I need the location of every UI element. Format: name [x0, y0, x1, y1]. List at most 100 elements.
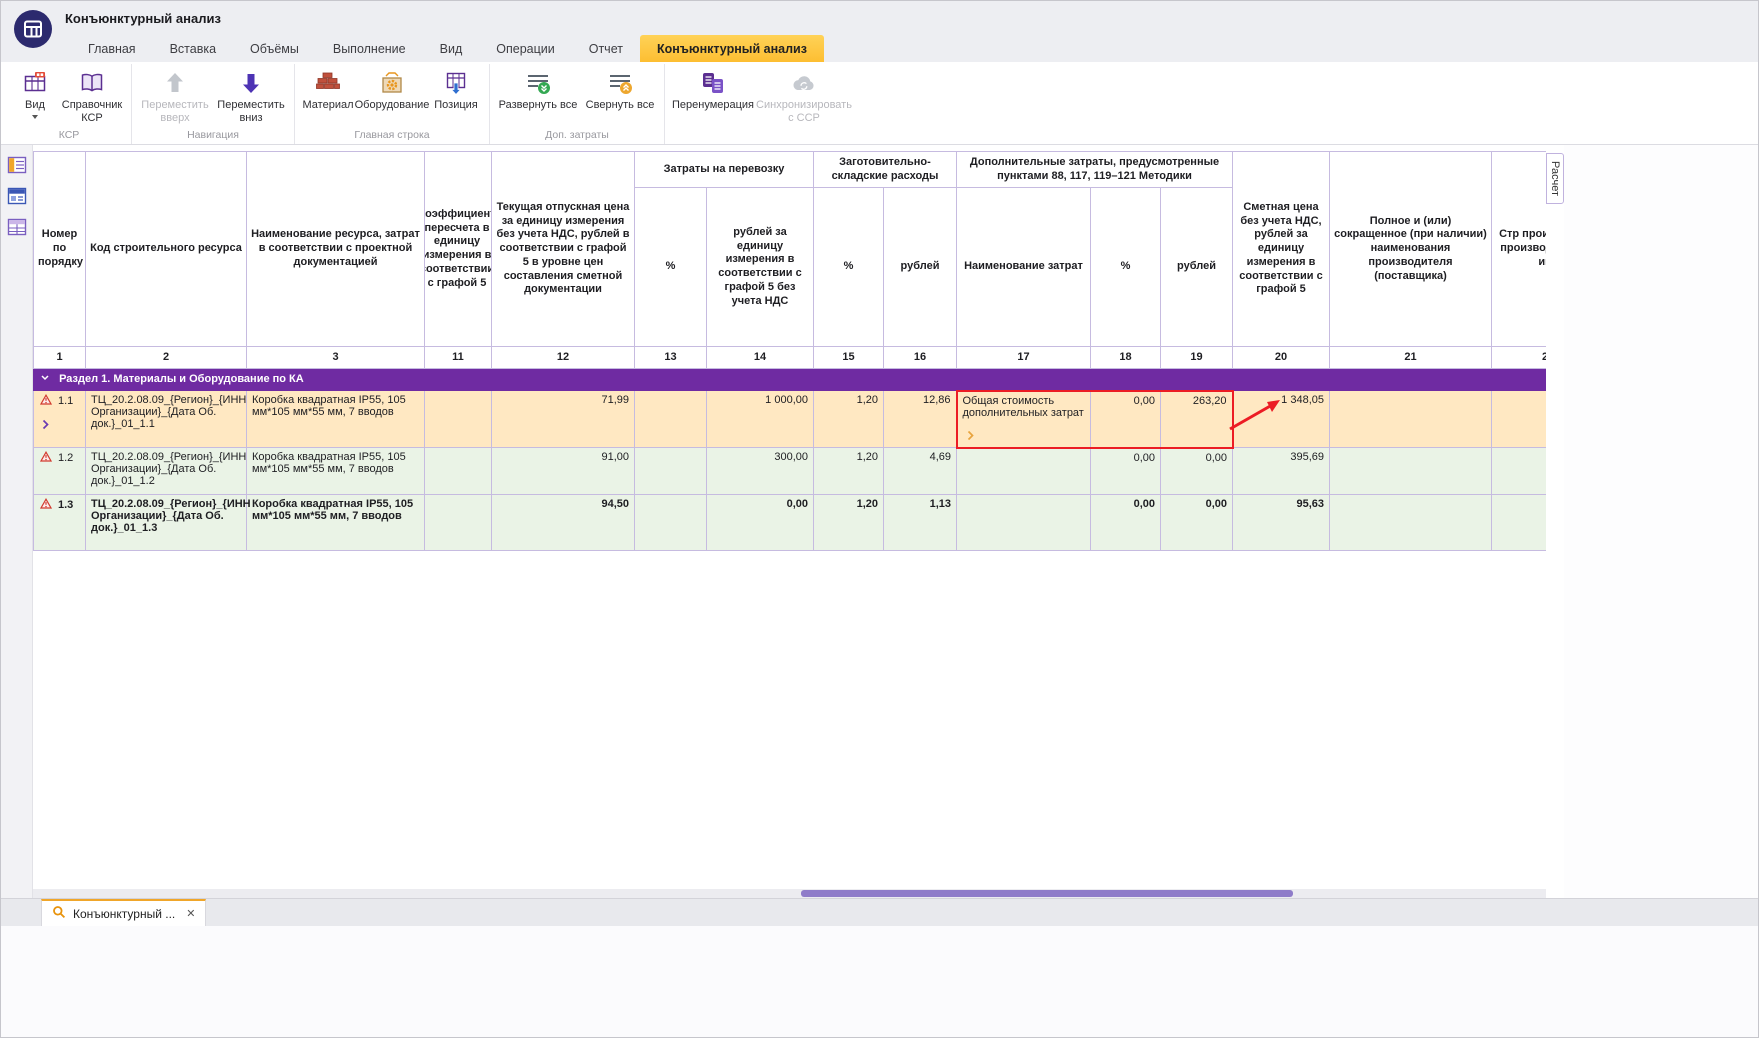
- col-header-proizvoditel[interactable]: Полное и (или) сокращенное (при наличии)…: [1330, 152, 1492, 347]
- tab-glavnaya[interactable]: Главная: [71, 35, 153, 62]
- renumber-label: Перенумерация: [672, 99, 754, 112]
- col-header-naimenovanie[interactable]: Наименование ресурса, затрат в соответст…: [247, 152, 425, 347]
- close-icon[interactable]: ✕: [186, 907, 195, 920]
- group-header-sklad[interactable]: Заготовительно-складские расходы: [814, 152, 957, 188]
- spravochnik-ksr-button[interactable]: Справочник КСР: [58, 64, 126, 124]
- cell-zatraty[interactable]: [957, 448, 1091, 495]
- cell-manufacturer[interactable]: [1330, 448, 1492, 495]
- move-down-label: Переместить вниз: [213, 99, 289, 124]
- cell-rub-19[interactable]: 0,00: [1161, 448, 1233, 495]
- cell-rub-16[interactable]: 4,69: [884, 448, 957, 495]
- horizontal-scrollbar[interactable]: [33, 889, 1546, 898]
- tab-obyomy[interactable]: Объёмы: [233, 35, 316, 62]
- col-header-procent-perevozka[interactable]: %: [635, 188, 707, 347]
- move-down-button[interactable]: Переместить вниз: [213, 64, 289, 124]
- cell-percent-15[interactable]: 1,20: [814, 391, 884, 448]
- cell-rub-14[interactable]: 1 000,00: [707, 391, 814, 448]
- col-header-strana[interactable]: Стр произв оборуд производ и хозяйс инве: [1492, 152, 1547, 347]
- cell-percent-18[interactable]: 0,00: [1091, 495, 1161, 551]
- cell-price[interactable]: 71,99: [492, 391, 635, 448]
- oborudovanie-button[interactable]: Оборудование: [356, 64, 428, 112]
- tab-vypolnenie[interactable]: Выполнение: [316, 35, 423, 62]
- col-header-smetnaya-cena[interactable]: Сметная цена без учета НДС, рублей за ед…: [1233, 152, 1330, 347]
- zatraty-expander-icon[interactable]: [963, 430, 1086, 441]
- section-row[interactable]: Раздел 1. Материалы и Оборудование по КА: [34, 369, 1547, 391]
- cell-percent-13[interactable]: [635, 495, 707, 551]
- cell-rub-19[interactable]: 0,00: [1161, 495, 1233, 551]
- cell-rub-16[interactable]: 12,86: [884, 391, 957, 448]
- work-area: Номер по порядку Код строительного ресур…: [1, 145, 1758, 898]
- cell-manufacturer[interactable]: [1330, 495, 1492, 551]
- cell-code[interactable]: ТЦ_20.2.08.09_{Регион}_{ИНН Организации}…: [86, 495, 247, 551]
- cell-number[interactable]: 1.3: [34, 495, 86, 551]
- cell-koefficient[interactable]: [425, 448, 492, 495]
- col-header-rublei-dop[interactable]: рублей: [1161, 188, 1233, 347]
- cell-strana[interactable]: [1492, 448, 1547, 495]
- raschet-side-tab[interactable]: Расчет: [1546, 153, 1564, 204]
- cell-zatraty[interactable]: [957, 495, 1091, 551]
- cell-koefficient[interactable]: [425, 391, 492, 448]
- cell-rub-14[interactable]: 300,00: [707, 448, 814, 495]
- cell-rub-16[interactable]: 1,13: [884, 495, 957, 551]
- tab-konyunkturny-analiz[interactable]: Конъюнктурный анализ: [640, 35, 824, 62]
- col-header-rublei-perevozka[interactable]: рублей за единицу измерения в соответств…: [707, 188, 814, 347]
- document-tab[interactable]: Конъюнктурный ... ✕: [41, 899, 206, 926]
- cell-total[interactable]: 395,69: [1233, 448, 1330, 495]
- col-header-koefficient[interactable]: Коэффициент пересчета в единицу измерени…: [425, 152, 492, 347]
- renumber-button[interactable]: Перенумерация: [670, 64, 756, 112]
- left-toolbar-button-1[interactable]: [5, 153, 29, 177]
- cell-name[interactable]: Коробка квадратная IP55, 105 мм*105 мм*5…: [247, 448, 425, 495]
- cell-number[interactable]: 1.2: [34, 448, 86, 495]
- col-header-procent-sklad[interactable]: %: [814, 188, 884, 347]
- chevron-down-icon: [40, 373, 50, 385]
- pozitsiya-button[interactable]: Позиция: [428, 64, 484, 112]
- cell-percent-13[interactable]: [635, 448, 707, 495]
- cell-koefficient[interactable]: [425, 495, 492, 551]
- ribbon: Вид Справочник КСР КСР Перемести: [1, 62, 1758, 145]
- cell-manufacturer[interactable]: [1330, 391, 1492, 448]
- col-header-rublei-sklad[interactable]: рублей: [884, 188, 957, 347]
- cell-price[interactable]: 94,50: [492, 495, 635, 551]
- col-header-nomer[interactable]: Номер по порядку: [34, 152, 86, 347]
- cell-percent-15[interactable]: 1,20: [814, 495, 884, 551]
- cell-percent-18[interactable]: 0,00: [1091, 448, 1161, 495]
- cell-total[interactable]: 95,63: [1233, 495, 1330, 551]
- cell-code[interactable]: ТЦ_20.2.08.09_{Регион}_{ИНН Организации}…: [86, 448, 247, 495]
- left-toolbar-button-2[interactable]: [5, 184, 29, 208]
- cell-code[interactable]: ТЦ_20.2.08.09_{Регион}_{ИНН Организации}…: [86, 391, 247, 448]
- cell-percent-18[interactable]: 0,00: [1091, 391, 1161, 448]
- cell-percent-15[interactable]: 1,20: [814, 448, 884, 495]
- tab-vid[interactable]: Вид: [423, 35, 480, 62]
- row-expander-icon[interactable]: [38, 419, 81, 430]
- material-button[interactable]: Материал: [300, 64, 356, 112]
- group-header-perevozka[interactable]: Затраты на перевозку: [635, 152, 814, 188]
- cell-rub-19[interactable]: 263,20: [1161, 391, 1233, 448]
- cell-strana[interactable]: [1492, 495, 1547, 551]
- group-header-dop-zatraty[interactable]: Дополнительные затраты, предусмотренные …: [957, 152, 1233, 188]
- tab-otchet[interactable]: Отчет: [572, 35, 640, 62]
- col-header-procent-dop[interactable]: %: [1091, 188, 1161, 347]
- cell-percent-13[interactable]: [635, 391, 707, 448]
- app-logo-icon: [14, 10, 52, 48]
- col-header-tekushchaya-cena[interactable]: Текущая отпускная цена за единицу измере…: [492, 152, 635, 347]
- cell-number[interactable]: 1.1: [34, 391, 86, 448]
- vid-button[interactable]: Вид: [12, 64, 58, 119]
- cell-rub-14[interactable]: 0,00: [707, 495, 814, 551]
- expand-all-button[interactable]: Развернуть все: [495, 64, 581, 112]
- col-header-kod[interactable]: Код строительного ресурса: [86, 152, 247, 347]
- cell-name[interactable]: Коробка квадратная IP55, 105 мм*105 мм*5…: [247, 495, 425, 551]
- cell-total[interactable]: 1 348,05: [1233, 391, 1330, 448]
- column-number: 20: [1233, 347, 1330, 369]
- tab-vstavka[interactable]: Вставка: [153, 35, 233, 62]
- collapse-all-button[interactable]: Свернуть все: [581, 64, 659, 112]
- left-toolbar-button-3[interactable]: [5, 215, 29, 239]
- column-number: 1: [34, 347, 86, 369]
- scrollbar-thumb[interactable]: [801, 890, 1293, 897]
- cell-price[interactable]: 91,00: [492, 448, 635, 495]
- col-header-naimenovanie-zatrat[interactable]: Наименование затрат: [957, 188, 1091, 347]
- cell-name[interactable]: Коробка квадратная IP55, 105 мм*105 мм*5…: [247, 391, 425, 448]
- cell-zatraty[interactable]: Общая стоимость дополнительных затрат: [957, 391, 1091, 448]
- tab-operatsii[interactable]: Операции: [479, 35, 571, 62]
- cell-strana[interactable]: [1492, 391, 1547, 448]
- move-up-button: Переместить вверх: [137, 64, 213, 124]
